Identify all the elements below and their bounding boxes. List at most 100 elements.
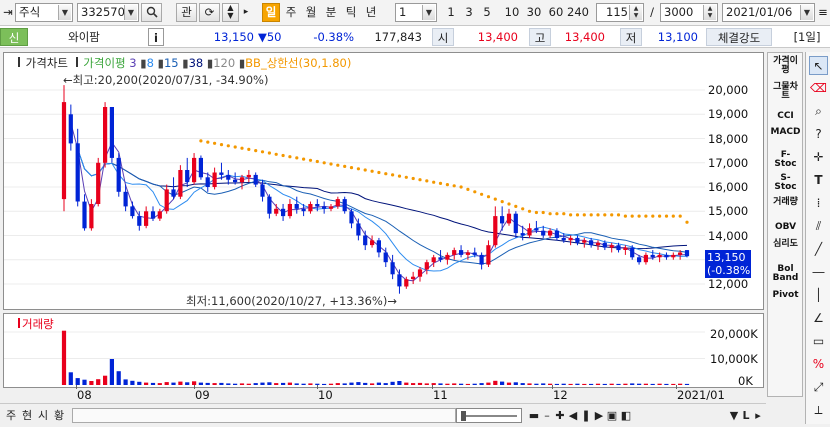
interval-5-button[interactable]: 5 (479, 3, 495, 22)
zoom-in-icon[interactable]: ✚ (554, 407, 566, 424)
indicator-sstoc-button[interactable]: S-Stoc (770, 174, 801, 192)
zoom-tool-icon[interactable]: ⌕ (809, 102, 828, 121)
interval-60-button[interactable]: 60 (546, 3, 566, 22)
zoom-out-small-icon[interactable]: – (541, 407, 553, 424)
indicator-bolband-button[interactable]: Bol Band (770, 265, 801, 283)
layout-toggle-icon[interactable]: ⇥ (3, 3, 13, 22)
candle-body (678, 252, 683, 255)
indicator-net-button[interactable]: 그물차트 (770, 83, 801, 101)
period-minute-button[interactable]: 분 (322, 3, 340, 22)
zoom-slider-thumb[interactable] (461, 411, 466, 421)
candle-body (315, 204, 320, 207)
candle-body (493, 216, 498, 246)
period-week-button[interactable]: 주 (282, 3, 300, 22)
zoom-out-icon[interactable]: ▬ (528, 407, 540, 424)
trendline-tool-icon[interactable]: ╱ (809, 240, 828, 259)
interval-10-button[interactable]: 10 (502, 3, 522, 22)
candle-body (226, 174, 231, 180)
volume-chart-svg[interactable] (4, 314, 705, 387)
chevron-down-icon: ▼ (422, 5, 435, 20)
bb-upper-dot (678, 214, 682, 218)
menu-icon[interactable]: ≡ (818, 3, 828, 22)
indicator-label: 그물차트 (773, 82, 798, 101)
period-year-button[interactable]: 년 (362, 3, 380, 22)
volume-bar (178, 381, 183, 385)
total-input[interactable]: 3000 ▲ ▼ (660, 3, 718, 22)
crosshair-tool-icon[interactable]: ✛ (809, 148, 828, 167)
volume-bar (390, 381, 395, 385)
search-button[interactable] (141, 3, 162, 22)
bottom-btn-hyeon[interactable]: 현 (20, 407, 34, 424)
price-chart-svg[interactable] (4, 53, 705, 309)
text-tool-icon[interactable]: T (809, 171, 828, 190)
angle-tool-icon[interactable]: ∠ (809, 309, 828, 328)
channel-tool-icon[interactable]: ⫽ (809, 217, 828, 236)
bb-upper-dot (206, 140, 210, 144)
watchlist-button[interactable]: 관 (176, 3, 197, 22)
updown-spinner[interactable]: ▲ ▼ (222, 3, 239, 22)
indicator-ma-button[interactable]: 가격이평 (770, 57, 801, 75)
indicator-cci-button[interactable]: CCI (770, 112, 801, 121)
zoom-slider[interactable] (456, 408, 522, 423)
date-input[interactable]: 2021/01/06 ▼ (722, 3, 815, 22)
period-tick-button[interactable]: 틱 (342, 3, 360, 22)
scroll-last-icon[interactable]: ▣ (606, 407, 618, 424)
interval-select[interactable]: 1 ▼ (395, 3, 437, 22)
code-input[interactable]: 332570 ▼ (77, 3, 139, 22)
bottom-arrow-right-icon[interactable]: ▸ (752, 407, 764, 424)
scroll-first-icon[interactable]: ◀ (567, 407, 579, 424)
count-input[interactable]: 115 ▲ ▼ (596, 3, 644, 22)
rect-tool-icon[interactable]: ▭ (809, 332, 828, 351)
ruler-tool-icon[interactable]: ⟂ (809, 401, 828, 420)
vline-tool-icon[interactable]: │ (809, 286, 828, 305)
fibonacci-tool-icon[interactable]: ⁞ (809, 194, 828, 213)
price-tick-label: 16,000 (708, 180, 749, 194)
bottom-L-icon[interactable]: L (740, 407, 752, 424)
indicator-psych-button[interactable]: 심리도 (770, 240, 801, 249)
indicator-volume-button[interactable]: 거래량 (770, 198, 801, 207)
interval-1-button[interactable]: 1 (443, 3, 459, 22)
eraser-tool-icon[interactable]: ⌫ (809, 79, 828, 98)
bottom-btn-si[interactable]: 시 (36, 407, 50, 424)
open-price: 13,400 (477, 30, 518, 44)
arrow-tool-icon[interactable]: ⤢ (809, 378, 828, 397)
config-icon[interactable]: ◧ (620, 407, 632, 424)
market-select[interactable]: 주식 ▼ (15, 3, 73, 22)
info-button[interactable]: i (148, 28, 164, 46)
drawing-toolbar: ↖ ⌫ ⌕ ? ✛ T ⁞ ⫽ ╱ ― │ ∠ ▭ % ⤢ ⟂ (805, 52, 830, 424)
scroll-next-icon[interactable]: ▶ (593, 407, 605, 424)
bottom-btn-ju[interactable]: 주 (4, 407, 18, 424)
help-icon[interactable]: ? (809, 125, 828, 144)
date-value: 2021/01/06 (726, 5, 793, 19)
indicator-fstoc-button[interactable]: F-Stoc (770, 151, 801, 169)
candle-body (205, 177, 210, 187)
x-tick-label: 11 (433, 388, 448, 402)
scroll-prev-icon[interactable]: ❚ (580, 407, 592, 424)
indicator-pivot-button[interactable]: Pivot (770, 291, 801, 300)
period-day-button[interactable]: 일 (262, 3, 280, 22)
interval-30-button[interactable]: 30 (524, 3, 544, 22)
indicator-sidebar: 가격이평 그물차트 CCI MACD F-Stoc S-Stoc 거래량 OBV… (767, 52, 803, 397)
volume-bar (541, 383, 546, 385)
interval-240-button[interactable]: 240 (566, 3, 590, 22)
gann-tool-icon[interactable]: % (809, 355, 828, 374)
bb-upper-dot (562, 212, 566, 216)
interval-3-button[interactable]: 3 (461, 3, 477, 22)
bb-upper-dot (281, 153, 285, 158)
bottom-arrow-down-icon[interactable]: ▼ (728, 407, 740, 424)
volume-bar (144, 382, 149, 385)
bb-upper-dot (274, 152, 278, 156)
candle-body (431, 257, 436, 263)
volume-bar (246, 383, 251, 385)
refresh-button[interactable]: ⟳ (199, 3, 220, 22)
period-month-button[interactable]: 월 (302, 3, 320, 22)
scroll-track[interactable] (72, 408, 456, 423)
more-icon[interactable]: ▸ (242, 3, 250, 22)
hline-tool-icon[interactable]: ― (809, 263, 828, 282)
volume-bar (527, 383, 532, 385)
indicator-obv-button[interactable]: OBV (770, 223, 801, 232)
volume-bar (239, 383, 245, 385)
cursor-tool-icon[interactable]: ↖ (809, 56, 828, 75)
bottom-btn-hwang[interactable]: 황 (52, 407, 66, 424)
indicator-macd-button[interactable]: MACD (770, 128, 801, 137)
